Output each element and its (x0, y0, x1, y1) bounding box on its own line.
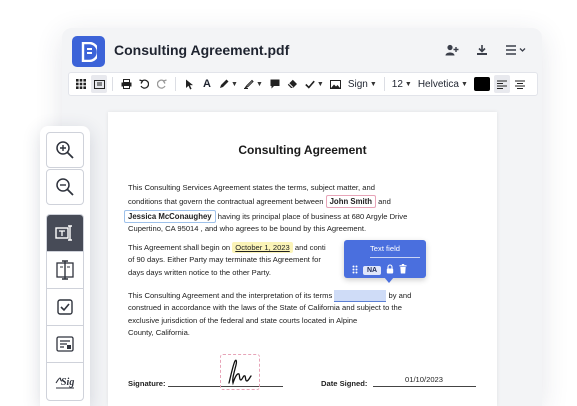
download-icon[interactable] (474, 42, 490, 58)
form-icon (56, 336, 74, 352)
text-line: exclusive jurisdiction of the federal an… (128, 315, 358, 325)
popover-actions: NA (352, 261, 407, 279)
checkbox-icon (57, 299, 73, 315)
document-page: Consulting Agreement This Consulting Ser… (108, 112, 497, 406)
popover-divider (370, 257, 420, 258)
document-title: Consulting Agreement (238, 143, 367, 157)
text-line: days days written notice to the other Pa… (128, 267, 271, 277)
zoom-in-button[interactable] (46, 132, 84, 168)
text-field-input[interactable] (334, 290, 387, 302)
text-line: of 90 days. Either Party may terminate t… (128, 255, 321, 265)
menu-icon[interactable] (504, 42, 528, 58)
undo-icon[interactable] (136, 75, 152, 93)
popover-title: Text field (370, 244, 400, 253)
svg-text:Sig: Sig (61, 377, 74, 388)
page-view-icon[interactable] (91, 75, 107, 93)
tool-rail: Sig (40, 126, 90, 406)
text-field-popover: Text field NA (344, 240, 426, 278)
file-title: Consulting Agreement.pdf (114, 42, 290, 58)
text-cursor-tool[interactable] (47, 252, 83, 289)
text-line: and (378, 197, 391, 207)
drag-handle-icon[interactable] (352, 261, 358, 279)
text-line: having its principal place of business a… (217, 211, 408, 221)
align-center-icon[interactable] (512, 75, 528, 93)
text-line: County, California. (128, 328, 190, 338)
font-size-select[interactable]: 12 ▼ (390, 75, 414, 93)
date-signed-line (373, 386, 476, 387)
signature-icon: Sig (55, 377, 74, 388)
color-swatch (473, 77, 490, 91)
print-icon[interactable] (118, 75, 134, 93)
zoom-out-button[interactable] (46, 169, 84, 205)
signature-tool[interactable]: Sig (47, 363, 83, 400)
date-signed-label: Date Signed: (321, 379, 368, 388)
paragraph-governing-law: This Consulting Agreement and the interp… (128, 290, 468, 340)
text-tool-icon[interactable]: A (199, 75, 215, 93)
font-family-select[interactable]: Helvetica ▼ (416, 75, 470, 93)
text-cursor-icon (56, 260, 74, 280)
checkbox-tool[interactable] (47, 289, 83, 326)
toolbar-divider (383, 77, 385, 91)
text-field-icon (55, 225, 72, 241)
pen-icon[interactable]: ▼ (217, 75, 240, 93)
text-line: construed in accordance with the laws of… (128, 303, 402, 313)
handwritten-signature (228, 359, 252, 386)
toolbar-divider (175, 77, 176, 91)
party-b-field[interactable]: Jessica McConaughey (124, 209, 216, 223)
eraser-icon[interactable] (285, 75, 301, 93)
add-user-icon[interactable] (444, 42, 460, 58)
comment-icon[interactable] (267, 75, 283, 93)
text-line: by and (388, 291, 412, 300)
text-line: This Consulting Services Agreement state… (128, 183, 375, 192)
title-bar: Consulting Agreement.pdf (62, 28, 542, 72)
font-family-value: Helvetica (417, 78, 459, 90)
start-date-field[interactable]: October 1, 2023 (232, 242, 293, 253)
zoom-out-icon (56, 178, 74, 196)
text-line: This Consulting Agreement and the interp… (128, 291, 333, 300)
pointer-icon[interactable] (181, 75, 197, 93)
signature-label: Signature: (128, 379, 166, 388)
highlighter-icon[interactable]: ▼ (242, 75, 265, 93)
zoom-in-icon (56, 141, 74, 159)
sign-label: Sign (347, 78, 368, 90)
delete-icon[interactable] (399, 261, 407, 279)
date-signed-value[interactable]: 01/10/2023 (405, 375, 443, 384)
popover-pointer (384, 277, 394, 283)
app-logo-icon (72, 36, 105, 67)
grid-view-icon[interactable] (73, 75, 89, 93)
form-tools-group: Sig (46, 214, 84, 401)
toolbar-divider (112, 77, 113, 91)
text-line: Cupertino, CA 95014 , and who agrees to … (128, 224, 367, 234)
signature-field[interactable] (220, 354, 260, 390)
editor-toolbar: A ▼ ▼ ▼ Sign ▼ 12 ▼ Helvetica ▼ (68, 72, 538, 96)
na-badge[interactable]: NA (363, 265, 382, 275)
checkmark-icon[interactable]: ▼ (303, 75, 326, 93)
sign-dropdown[interactable]: Sign ▼ (346, 75, 379, 93)
text-color-picker[interactable] (472, 75, 492, 93)
redo-icon[interactable] (154, 75, 170, 93)
paragraph-parties: This Consulting Services Agreement state… (124, 182, 468, 236)
title-actions (444, 42, 528, 58)
text-line: conditions that govern the contractual a… (128, 197, 324, 207)
party-a-field[interactable]: John Smith (325, 195, 377, 209)
align-left-icon[interactable] (493, 75, 510, 93)
text-line: and conti (294, 243, 326, 252)
font-size-value: 12 (391, 78, 403, 90)
form-field-tool[interactable] (47, 326, 83, 363)
image-icon[interactable] (328, 75, 344, 93)
text-field-tool[interactable] (47, 215, 83, 252)
text-line: This Agreement shall begin on (128, 243, 231, 252)
